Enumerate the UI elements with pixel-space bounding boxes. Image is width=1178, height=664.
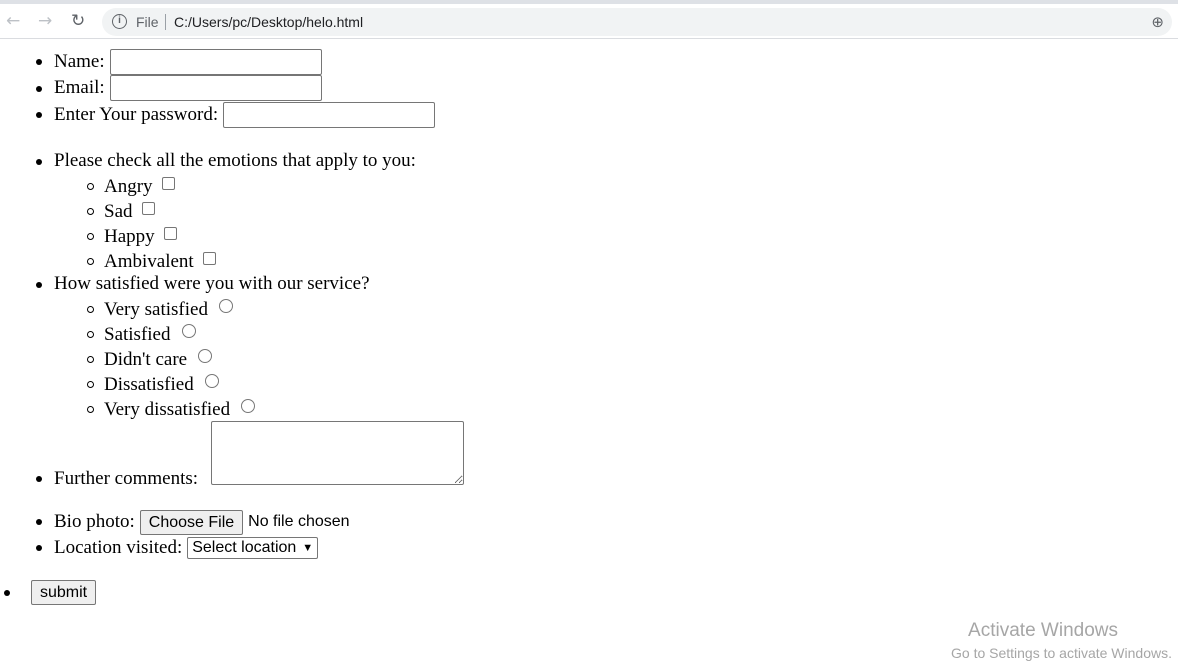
- emotion-item: Ambivalent: [104, 250, 216, 274]
- choose-file-button[interactable]: Choose File: [139, 509, 244, 535]
- happy-checkbox[interactable]: [163, 226, 177, 240]
- file-label: File: [136, 14, 159, 30]
- satisfaction-item: Didn't care: [104, 348, 213, 372]
- bullet: [87, 356, 94, 363]
- emotion-label: Ambivalent: [104, 251, 194, 272]
- bio-item: Bio photo: Choose File No file chosen: [54, 509, 350, 535]
- submit-button[interactable]: submit: [31, 579, 97, 605]
- location-label: Location visited:: [54, 537, 183, 558]
- forward-icon[interactable]: →: [38, 11, 52, 31]
- no-file-text: No file chosen: [248, 513, 350, 530]
- satisfaction-option-label: Very dissatisfied: [104, 399, 231, 420]
- name-label: Name:: [54, 51, 105, 72]
- name-item: Name:: [54, 49, 322, 75]
- chevron-down-icon: ▼: [302, 542, 314, 554]
- very-dissatisfied-radio[interactable]: [241, 399, 256, 413]
- sad-checkbox[interactable]: [141, 201, 155, 215]
- emotion-label: Happy: [104, 226, 155, 247]
- satisfied-radio[interactable]: [181, 324, 196, 338]
- activation-watermark-subtitle: Go to Settings to activate Windows.: [951, 645, 1172, 661]
- didnt-care-radio[interactable]: [198, 349, 213, 363]
- bullet: [36, 282, 42, 288]
- address-bar[interactable]: i File C:/Users/pc/Desktop/helo.html ⊕: [102, 8, 1172, 36]
- satisfaction-label: How satisfied were you with our service?: [54, 273, 370, 294]
- zoom-icon[interactable]: ⊕: [1151, 13, 1164, 31]
- comments-textarea[interactable]: [211, 421, 464, 485]
- emotion-label: Sad: [104, 201, 133, 222]
- bullet: [4, 590, 10, 596]
- bullet: [36, 86, 42, 92]
- ambivalent-checkbox[interactable]: [202, 251, 216, 265]
- bullet: [36, 59, 42, 65]
- satisfaction-item: Dissatisfied: [104, 373, 219, 397]
- password-label: Enter Your password:: [54, 104, 219, 125]
- reload-icon[interactable]: ↻: [71, 11, 85, 31]
- bio-label: Bio photo:: [54, 511, 135, 532]
- satisfaction-heading: How satisfied were you with our service?: [54, 272, 370, 296]
- dissatisfied-radio[interactable]: [204, 374, 219, 388]
- password-item: Enter Your password:: [54, 102, 436, 128]
- location-select[interactable]: Select location ▼: [187, 537, 319, 559]
- bullet: [87, 331, 94, 338]
- bullet: [36, 112, 42, 118]
- bullet: [87, 208, 94, 215]
- browser-toolbar: ← → ↻ i File C:/Users/pc/Desktop/helo.ht…: [0, 4, 1178, 39]
- bullet: [87, 258, 94, 265]
- bullet: [87, 381, 94, 388]
- password-input[interactable]: [223, 102, 436, 128]
- satisfaction-item: Very dissatisfied: [104, 398, 256, 422]
- angry-checkbox[interactable]: [161, 176, 175, 190]
- url-text[interactable]: C:/Users/pc/Desktop/helo.html: [174, 14, 363, 30]
- bullet: [87, 306, 94, 313]
- emotion-item: Sad: [104, 200, 155, 224]
- emotion-item: Angry: [104, 175, 175, 199]
- email-input[interactable]: [109, 75, 322, 101]
- satisfaction-option-label: Didn't care: [104, 349, 188, 370]
- bullet: [87, 183, 94, 190]
- satisfaction-option-label: Satisfied: [104, 324, 171, 345]
- submit-item: submit: [31, 579, 97, 605]
- info-icon[interactable]: i: [112, 14, 127, 29]
- bullet: [36, 476, 42, 482]
- satisfaction-item: Satisfied: [104, 323, 196, 347]
- bullet: [87, 233, 94, 240]
- emotion-label: Angry: [104, 176, 153, 197]
- divider: [165, 14, 166, 30]
- location-selected: Select location: [192, 539, 297, 556]
- bullet: [36, 159, 42, 165]
- email-item: Email:: [54, 75, 322, 101]
- activation-watermark-title: Activate Windows: [968, 620, 1118, 641]
- satisfaction-option-label: Very satisfied: [104, 299, 208, 320]
- bullet: [87, 406, 94, 413]
- emotions-heading: Please check all the emotions that apply…: [54, 149, 416, 173]
- emotion-item: Happy: [104, 225, 177, 249]
- back-icon[interactable]: ←: [6, 11, 20, 31]
- location-item: Location visited: Select location ▼: [54, 536, 319, 560]
- satisfaction-option-label: Dissatisfied: [104, 374, 194, 395]
- emotions-label: Please check all the emotions that apply…: [54, 150, 416, 171]
- comments-item: Further comments:: [54, 467, 198, 491]
- bullet: [36, 519, 42, 525]
- satisfaction-item: Very satisfied: [104, 298, 233, 322]
- comments-label: Further comments:: [54, 468, 199, 489]
- name-input[interactable]: [109, 49, 322, 75]
- very-satisfied-radio[interactable]: [218, 299, 233, 313]
- email-label: Email:: [54, 77, 105, 98]
- bullet: [36, 545, 42, 551]
